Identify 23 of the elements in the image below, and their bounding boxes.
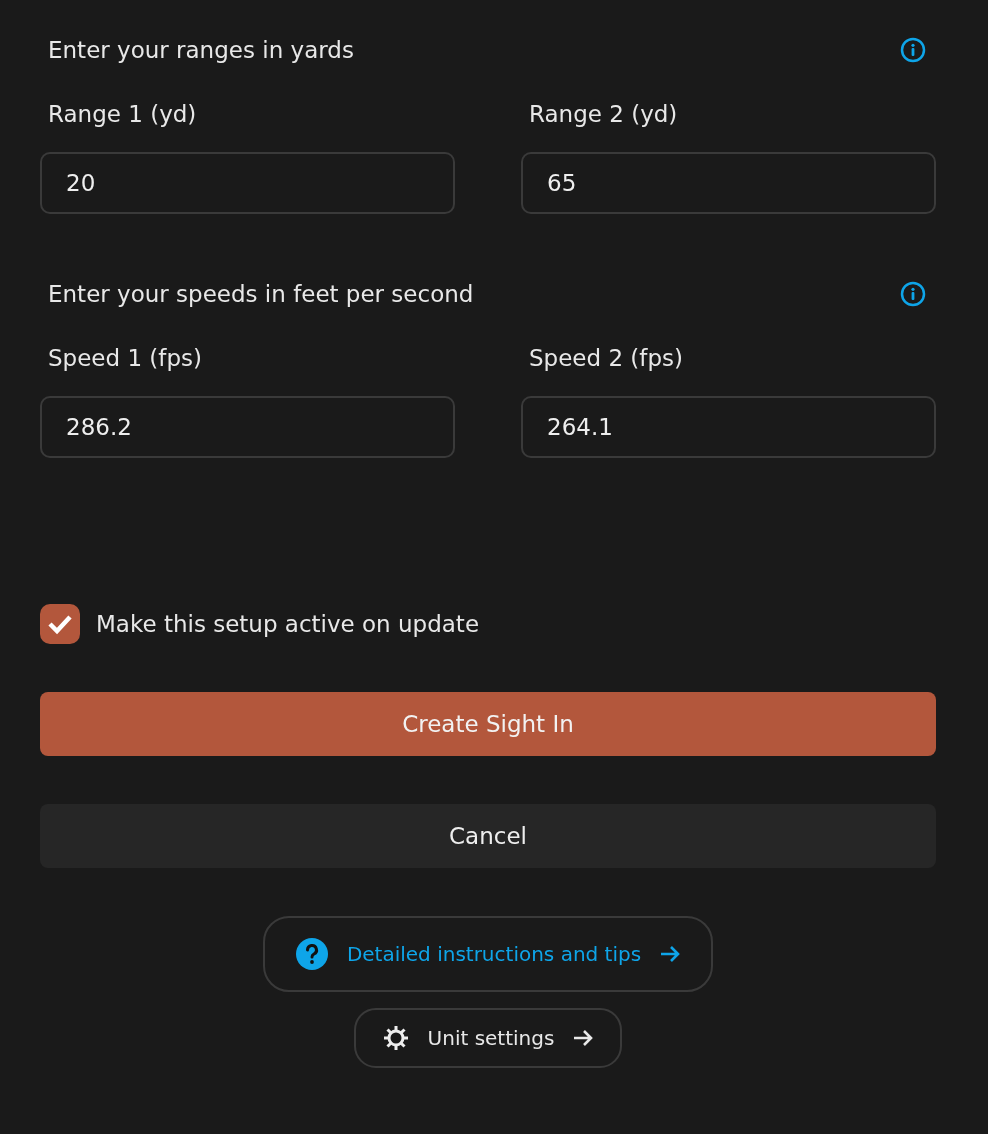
checkbox[interactable] [40, 604, 80, 644]
create-button[interactable]: Create Sight In [40, 692, 936, 756]
field-label: Speed 2 (fps) [529, 345, 683, 371]
input-field[interactable]: 20 [40, 152, 455, 214]
info-icon[interactable] [900, 37, 926, 63]
cancel-button[interactable]: Cancel [40, 804, 936, 868]
section-heading: Enter your ranges in yards [48, 37, 354, 63]
section-heading: Enter your speeds in feet per second [48, 281, 474, 307]
settings-icon [381, 1024, 410, 1052]
input-field[interactable]: 264.1 [521, 396, 936, 458]
check-icon [47, 613, 73, 635]
field-label: Speed 1 (fps) [48, 345, 202, 371]
field-label: Range 1 (yd) [48, 101, 197, 127]
help-icon [294, 937, 329, 971]
checkbox-label: Make this setup active on update [96, 611, 480, 637]
input-field[interactable]: 65 [521, 152, 936, 214]
input-field[interactable]: 286.2 [40, 396, 455, 458]
info-icon[interactable] [900, 281, 926, 307]
arrow-icon [572, 1028, 595, 1048]
arrow-icon [659, 944, 682, 964]
field-label: Range 2 (yd) [529, 101, 678, 127]
settings-link[interactable]: Unit settings [353, 1008, 623, 1068]
help-link[interactable]: Detailed instructions and tips [262, 916, 714, 992]
